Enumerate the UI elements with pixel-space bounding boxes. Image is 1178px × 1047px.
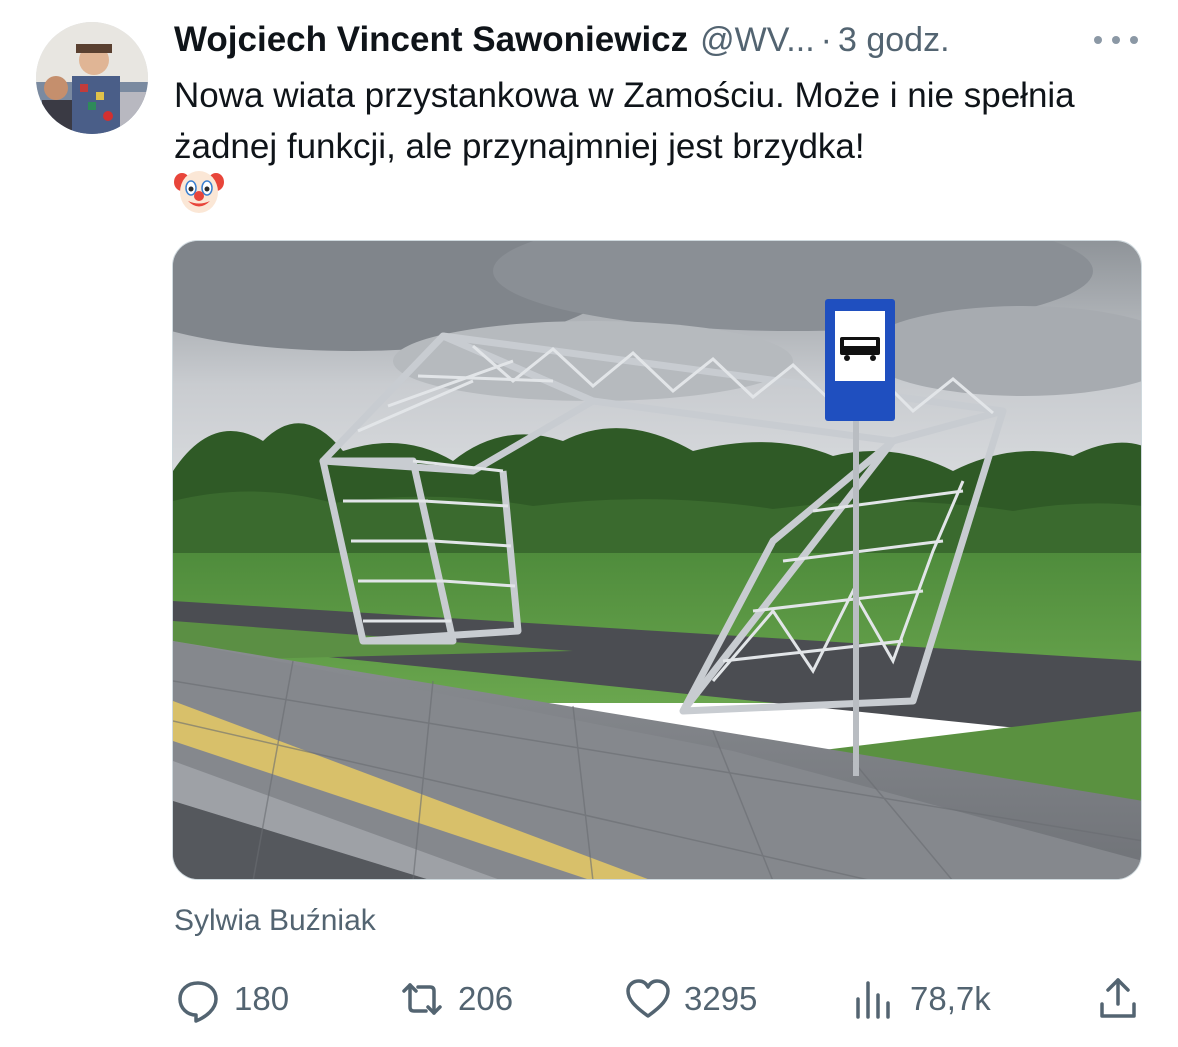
- avatar-image: [36, 22, 148, 134]
- reply-count: 180: [234, 980, 290, 1017]
- reply-button[interactable]: 180: [174, 972, 289, 1026]
- separator-dot: ·: [820, 20, 832, 59]
- like-button[interactable]: 3295: [624, 972, 757, 1026]
- reply-icon: [178, 981, 218, 1023]
- like-count: 3295: [684, 980, 758, 1017]
- photo-credit[interactable]: Sylwia Buźniak: [174, 904, 376, 938]
- bus-stop-sign-icon: [825, 299, 895, 421]
- author-name[interactable]: Wojciech Vincent Sawoniewicz: [174, 20, 688, 60]
- views-button[interactable]: 78,7k: [850, 972, 991, 1026]
- views-count: 78,7k: [910, 980, 991, 1017]
- tweet-text: Nowa wiata przystankowa w Zamościu. Może…: [174, 76, 1075, 166]
- share-button[interactable]: [1094, 974, 1142, 1022]
- post-time[interactable]: 3 godz.: [838, 21, 950, 60]
- repost-count: 206: [458, 980, 514, 1017]
- avatar[interactable]: [36, 22, 148, 134]
- tweet-actions: 180 206 3295 78,7k: [174, 972, 1142, 1026]
- heart-icon: [626, 979, 670, 1018]
- more-options-icon[interactable]: [1094, 26, 1138, 54]
- tweet-photo[interactable]: [172, 240, 1142, 880]
- author-handle[interactable]: @WV...: [700, 21, 815, 60]
- views-bar-chart-icon: [856, 981, 890, 1019]
- tweet-header: Wojciech Vincent Sawoniewicz @WV... · 3 …: [174, 18, 1142, 62]
- bus-shelter-photo: [173, 241, 1141, 879]
- repost-button[interactable]: 206: [398, 972, 513, 1026]
- clown-face-emoji: [174, 168, 224, 214]
- share-icon: [1100, 978, 1136, 1018]
- repost-icon: [402, 983, 442, 1015]
